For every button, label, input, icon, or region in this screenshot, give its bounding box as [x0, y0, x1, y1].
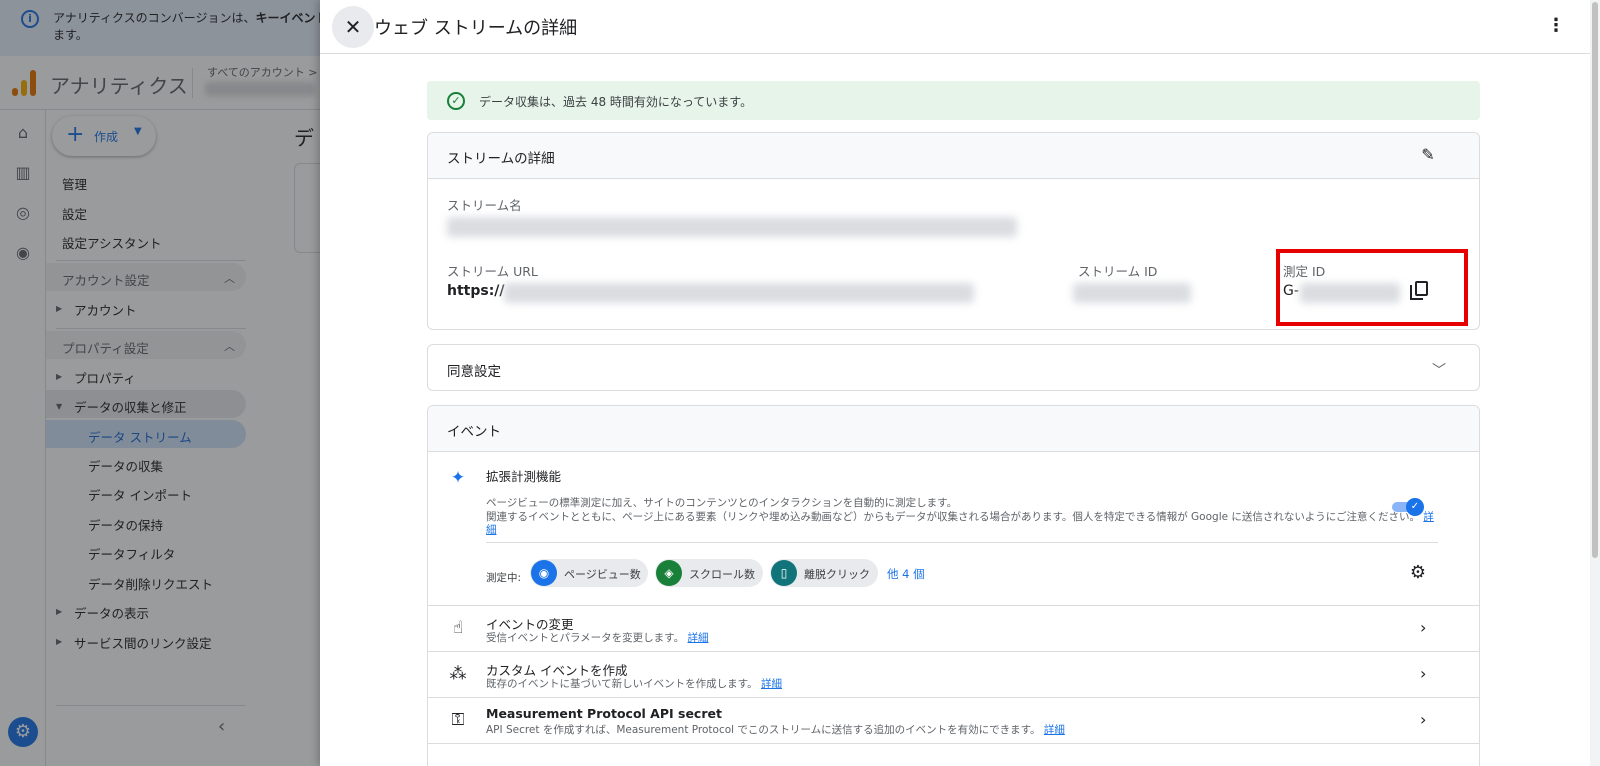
stream-id-label: ストリーム ID [1078, 264, 1158, 279]
enhanced-measurement-desc1: ページビューの標準測定に加え、サイトのコンテンツとのインタラクションを自動的に測… [486, 497, 958, 509]
touch-icon: ☝ [452, 618, 464, 638]
modify-events-desc: 受信イベントとパラメータを変更します。 詳細 [486, 632, 709, 644]
status-text: データ収集は、過去 48 時間有効になっています。 [479, 95, 753, 109]
measurement-id-highlight [1276, 249, 1468, 326]
more-options-icon[interactable]: ⋮ [1544, 14, 1568, 38]
close-button[interactable]: ✕ [332, 6, 374, 48]
divider [428, 697, 1479, 698]
divider [428, 651, 1479, 652]
stream-url-redacted [504, 283, 974, 303]
mouse-icon: ▯ [771, 560, 797, 586]
card-header: ストリームの詳細 ✎ [428, 133, 1479, 179]
events-card: イベント ✦ 拡張計測機能 ページビューの標準測定に加え、サイトのコンテンツとの… [427, 405, 1480, 766]
panel-title: ウェブ ストリームの詳細 [374, 18, 578, 39]
enhanced-measurement-desc2: 関連するイベントとともに、ページ上にある要素（リンクや埋め込み動画など）からもデ… [486, 511, 1434, 523]
measurement-protocol-learn-more[interactable]: 詳細 [1044, 724, 1065, 736]
learn-more-link[interactable]: 詳 [1423, 511, 1434, 523]
close-icon: ✕ [344, 15, 362, 39]
stream-details-title: ストリームの詳細 [447, 151, 555, 167]
stream-url-value: https:// [447, 283, 505, 299]
create-custom-event-learn-more[interactable]: 詳細 [761, 678, 782, 690]
eye-icon: ◉ [531, 560, 557, 586]
stream-url-label: ストリーム URL [447, 264, 538, 279]
stream-name-label: ストリーム名 [447, 198, 522, 213]
divider [428, 743, 1479, 744]
measurement-protocol-desc: API Secret を作成すれば、Measurement Protocol で… [486, 724, 1065, 736]
measurement-protocol-title: Measurement Protocol API secret [486, 706, 722, 721]
events-title: イベント [447, 424, 501, 440]
panel-header: ✕ ウェブ ストリームの詳細 ⋮ [320, 0, 1592, 54]
measuring-label: 測定中: [486, 572, 522, 584]
chevron-right-icon[interactable]: › [1420, 618, 1426, 637]
chip-page-views: ◉ ページビュー数 [530, 559, 648, 587]
check-circle-icon: ✓ [447, 92, 465, 110]
events-header: イベント [428, 406, 1479, 452]
chevron-down-icon[interactable]: ﹀ [1432, 360, 1446, 380]
chevron-right-icon[interactable]: › [1420, 664, 1426, 683]
panel-content: ✓ データ収集は、過去 48 時間有効になっています。 ストリームの詳細 ✎ ス… [320, 54, 1592, 766]
scrollbar-thumb[interactable] [1592, 2, 1598, 558]
divider [428, 605, 1479, 606]
enhanced-measurement-title: 拡張計測機能 [486, 469, 562, 484]
create-custom-event-desc: 既存のイベントに基づいて新しいイベントを作成します。 詳細 [486, 678, 782, 690]
scroll-icon: ◈ [656, 560, 682, 586]
check-icon: ✓ [1406, 498, 1424, 516]
chip-scrolls: ◈ スクロール数 [655, 559, 763, 587]
consent-settings-card[interactable]: 同意設定 ﹀ [427, 344, 1480, 391]
web-stream-details-panel: ✕ ウェブ ストリームの詳細 ⋮ ✓ データ収集は、過去 48 時間有効になって… [320, 0, 1592, 766]
divider [486, 542, 1438, 543]
gear-icon[interactable]: ⚙ [1408, 563, 1428, 583]
sparkle-click-icon: ⁂ [449, 664, 467, 684]
chip-outbound-clicks: ▯ 離脱クリック [770, 559, 878, 587]
key-icon: ⚿ [451, 710, 465, 730]
enhanced-measurement-toggle[interactable]: ✓ [1392, 498, 1424, 516]
learn-more-link-continued[interactable]: 細 [486, 522, 497, 537]
consent-settings-title: 同意設定 [447, 364, 501, 380]
stream-id-redacted [1073, 283, 1191, 303]
sparkle-icon: ✦ [450, 468, 466, 488]
more-events-link[interactable]: 他 4 個 [887, 566, 925, 582]
status-banner: ✓ データ収集は、過去 48 時間有効になっています。 [427, 81, 1480, 120]
edit-pencil-icon[interactable]: ✎ [1418, 145, 1438, 165]
stream-name-redacted [447, 217, 1017, 237]
chevron-right-icon[interactable]: › [1420, 710, 1426, 729]
modify-events-learn-more[interactable]: 詳細 [687, 632, 708, 644]
